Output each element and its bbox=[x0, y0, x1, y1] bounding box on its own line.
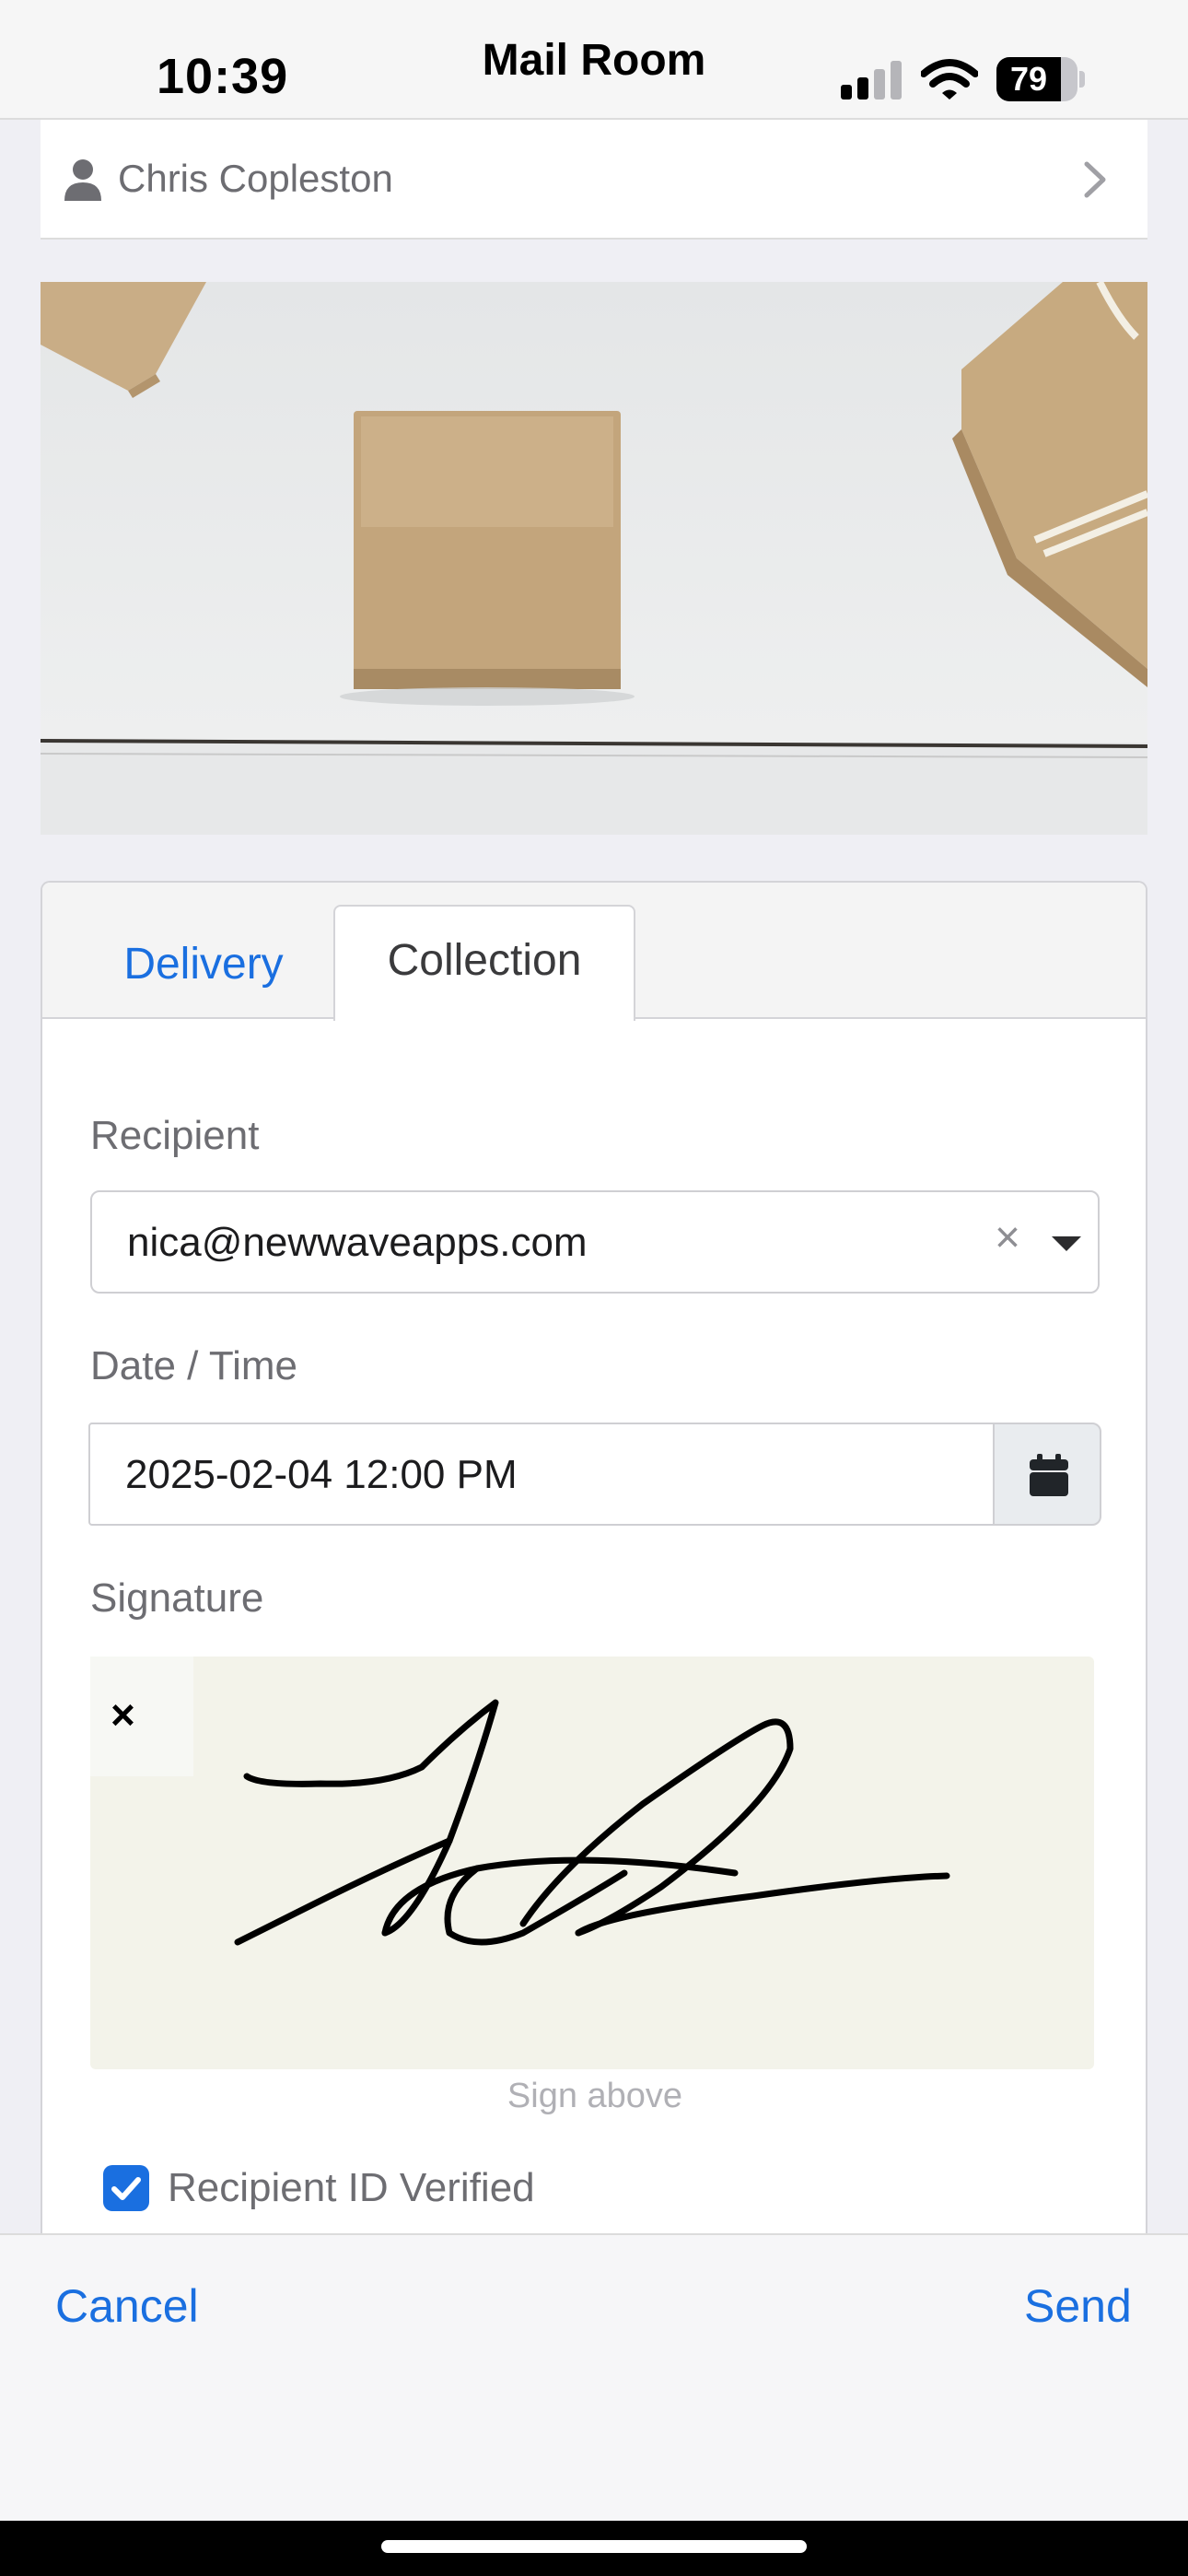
calendar-button[interactable] bbox=[993, 1423, 1101, 1526]
battery-icon: 79 bbox=[996, 57, 1085, 101]
recipient-select[interactable]: nica@newwaveapps.com × bbox=[90, 1190, 1100, 1294]
datetime-label: Date / Time bbox=[90, 1343, 297, 1388]
recipient-verified-label[interactable]: Recipient ID Verified bbox=[168, 2165, 535, 2211]
recipient-value: nica@newwaveapps.com bbox=[127, 1220, 588, 1265]
tab-delivery[interactable]: Delivery bbox=[79, 910, 328, 1019]
recipient-label: Recipient bbox=[90, 1113, 260, 1158]
tab-collection[interactable]: Collection bbox=[333, 905, 635, 1021]
send-button[interactable]: Send bbox=[1024, 2279, 1132, 2333]
user-row[interactable]: Chris Copleston bbox=[41, 120, 1147, 240]
clear-recipient-icon[interactable]: × bbox=[995, 1212, 1020, 1263]
clear-signature-button[interactable]: × bbox=[90, 1657, 193, 1776]
close-icon: × bbox=[111, 1691, 135, 1739]
datetime-input[interactable]: 2025-02-04 12:00 PM bbox=[88, 1423, 995, 1526]
caret-down-icon[interactable] bbox=[1052, 1236, 1081, 1251]
signature-drawing bbox=[234, 1699, 950, 1946]
wifi-icon bbox=[921, 59, 978, 100]
chevron-right-icon bbox=[1084, 161, 1106, 198]
person-icon bbox=[64, 159, 101, 201]
checkmark-icon bbox=[111, 2177, 141, 2200]
signature-hint: Sign above bbox=[507, 2077, 683, 2115]
cellular-signal-icon bbox=[841, 61, 902, 100]
recipient-verified-checkbox[interactable] bbox=[103, 2165, 149, 2211]
signature-pad[interactable]: × bbox=[90, 1657, 1094, 2069]
user-name: Chris Copleston bbox=[118, 157, 393, 200]
datetime-value: 2025-02-04 12:00 PM bbox=[125, 1452, 518, 1497]
cancel-button[interactable]: Cancel bbox=[55, 2279, 199, 2333]
signature-label: Signature bbox=[90, 1575, 264, 1621]
tab-bar: Delivery Collection bbox=[42, 883, 1146, 1021]
calendar-icon bbox=[1030, 1454, 1068, 1496]
home-indicator[interactable] bbox=[381, 2540, 807, 2553]
package-photo bbox=[41, 282, 1147, 835]
battery-level: 79 bbox=[1009, 60, 1048, 98]
action-bar: Cancel Send bbox=[0, 2233, 1188, 2521]
collection-card: Delivery Collection Recipient nica@newwa… bbox=[41, 881, 1147, 2244]
